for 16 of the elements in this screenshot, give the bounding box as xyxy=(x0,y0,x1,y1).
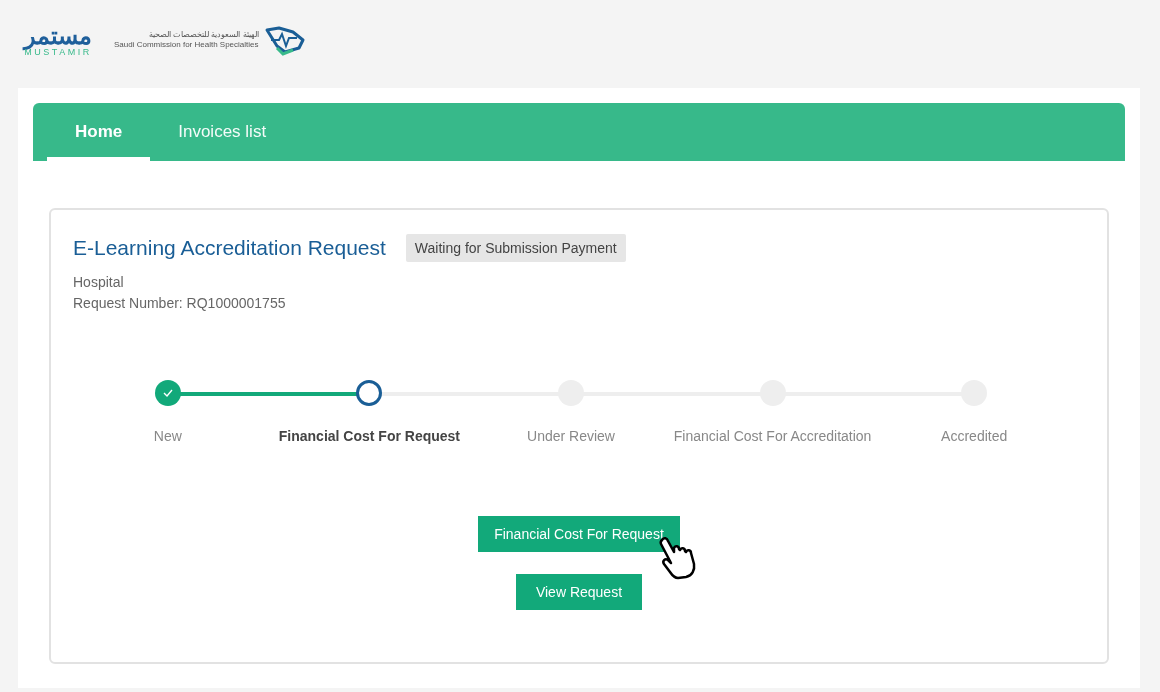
step-label: Under Review xyxy=(527,428,615,444)
request-type: Hospital xyxy=(73,273,125,292)
nav-tab[interactable]: Home xyxy=(47,103,151,161)
step-dot xyxy=(356,380,383,406)
org-english-name: Saudi Commission for Health Specialties xyxy=(114,40,259,50)
check-icon xyxy=(162,389,173,397)
request-title: E-Learning Accreditation Request xyxy=(73,236,386,260)
step-label: Accredited xyxy=(941,428,1008,444)
status-badge: Waiting for Submission Payment xyxy=(405,234,626,262)
org-arabic-name: الهيئة السعودية للتخصصات الصحية xyxy=(148,30,259,40)
step-label: Financial Cost For Request xyxy=(278,428,460,444)
nav-tab[interactable]: Invoices list xyxy=(150,103,295,161)
step-label: New xyxy=(153,428,182,444)
view-request-button[interactable]: View Request xyxy=(516,574,642,610)
request-number: Request Number: RQ1000001755 xyxy=(73,294,287,313)
step-label: Financial Cost For Accreditation xyxy=(673,428,872,444)
